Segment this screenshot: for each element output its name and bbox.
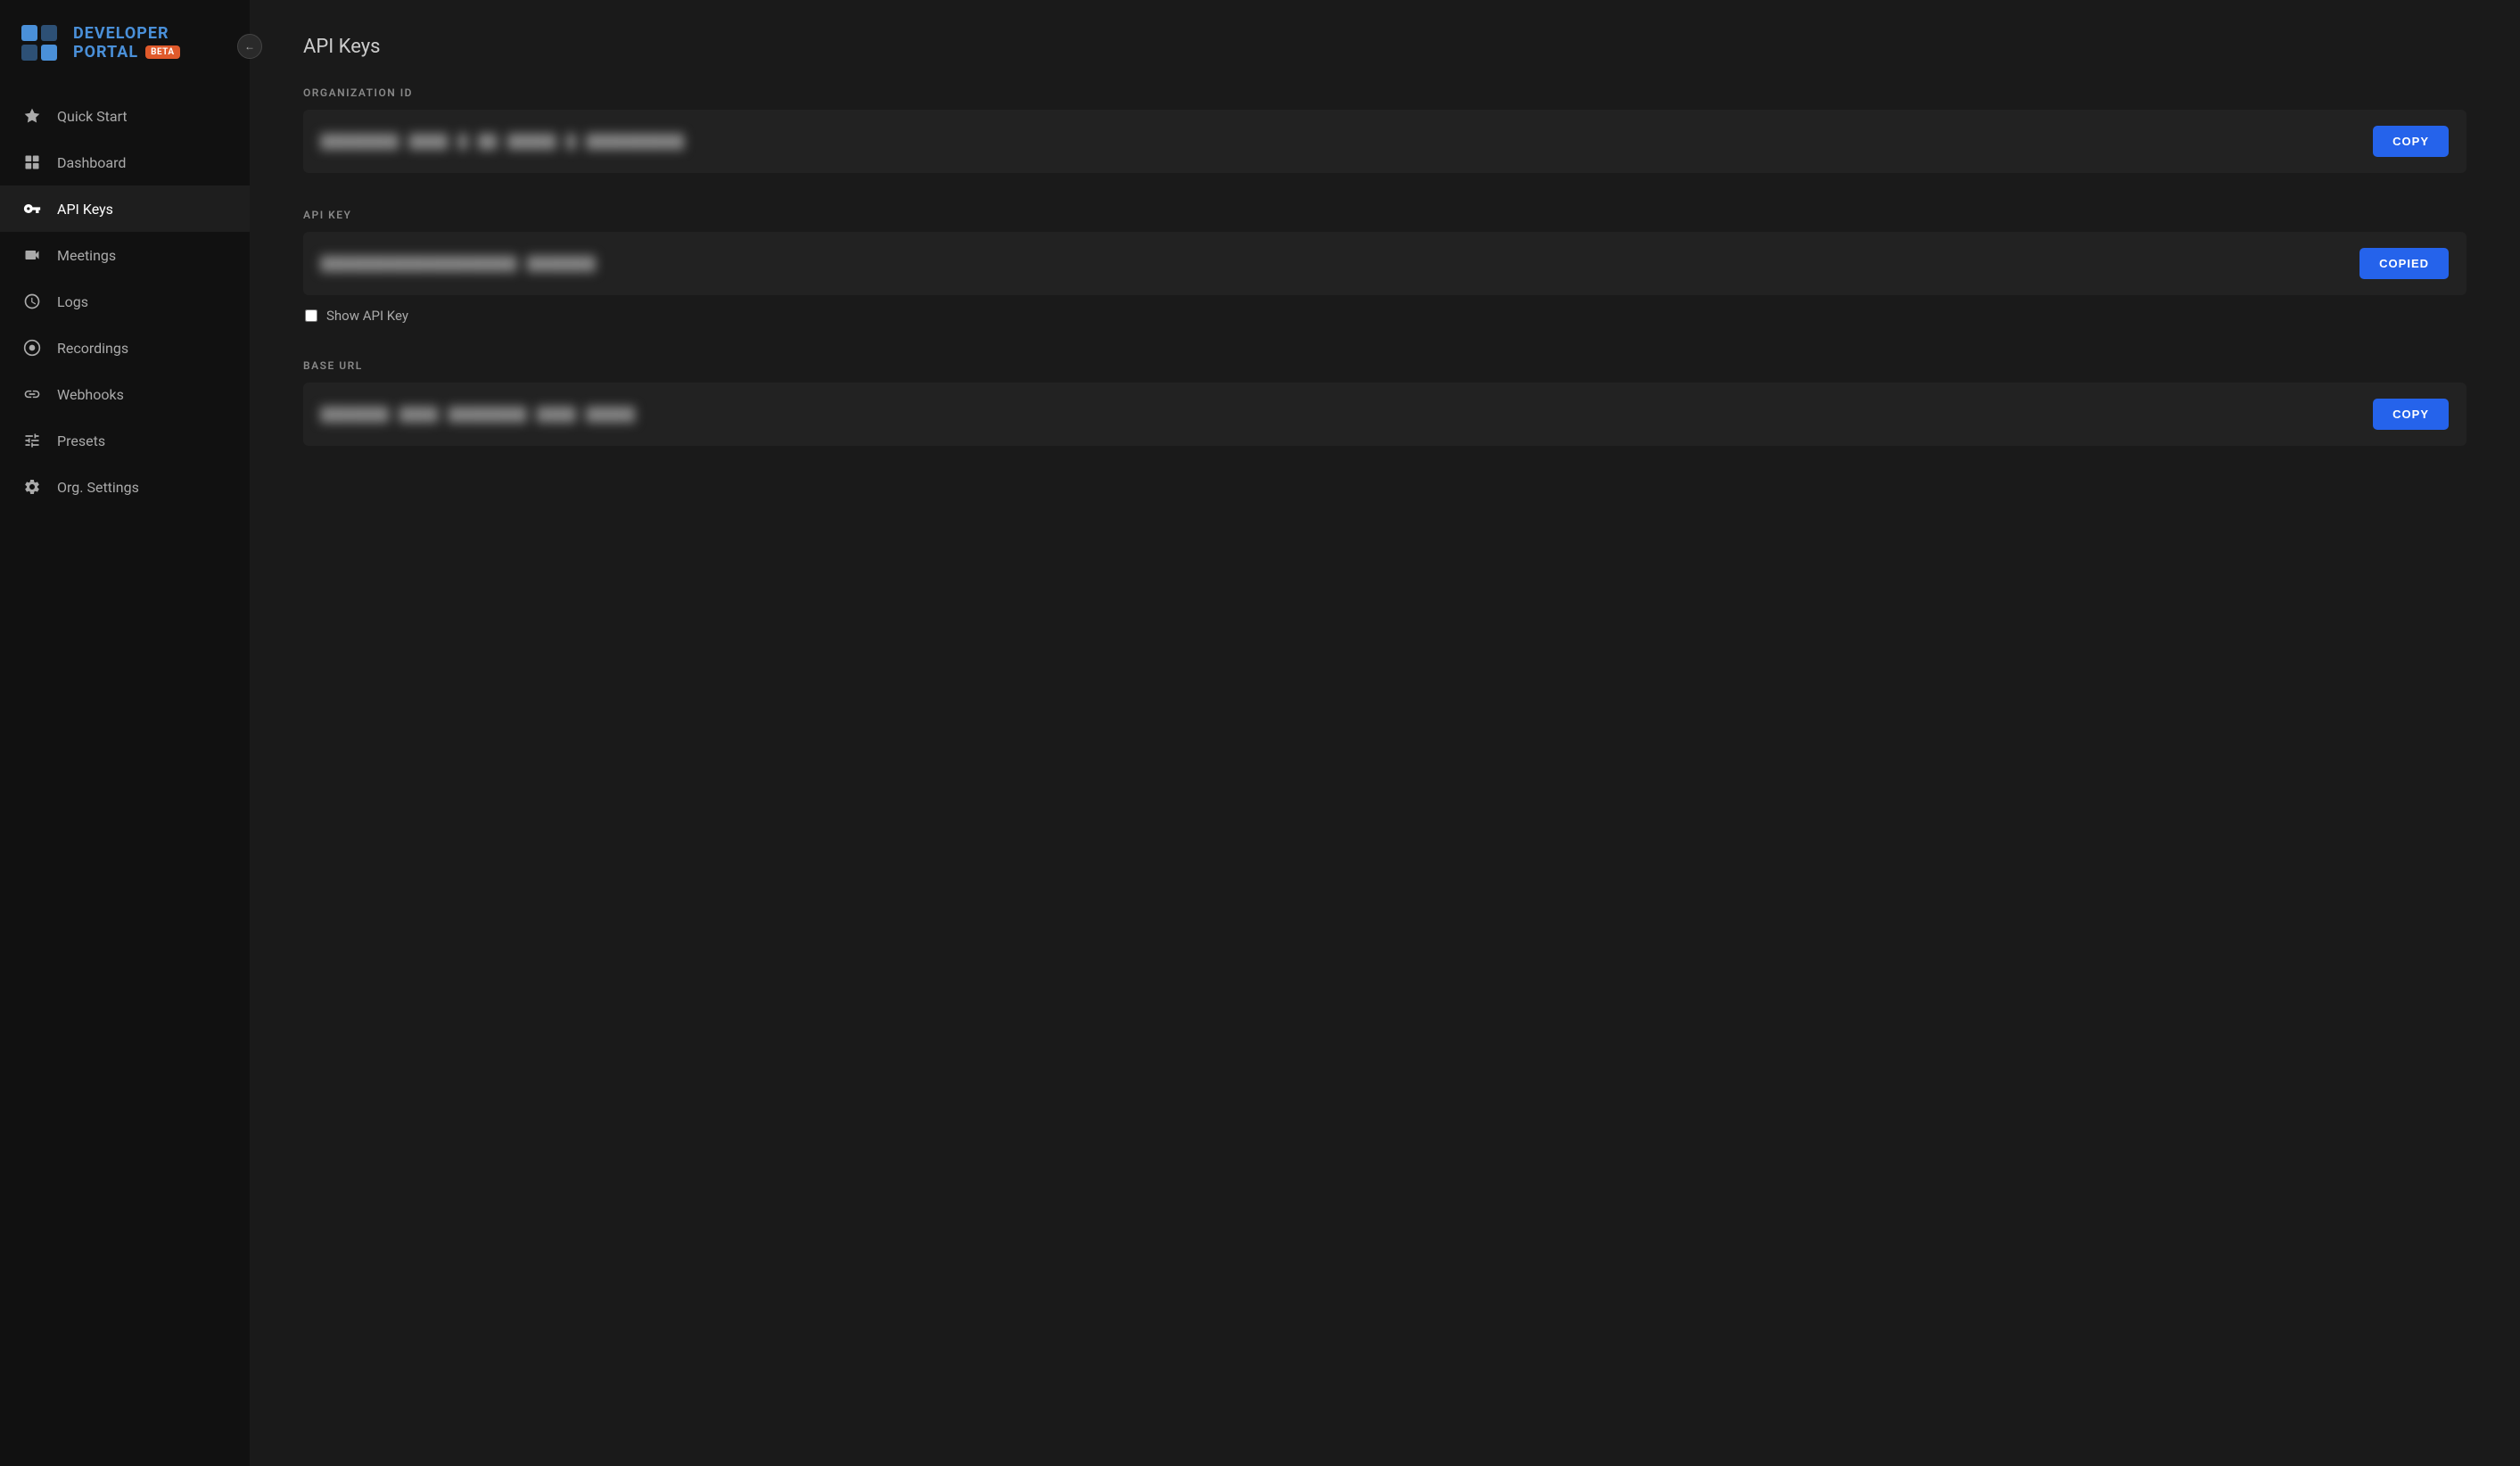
collapse-sidebar-button[interactable]: ←	[237, 34, 262, 59]
base-url-label: BASE URL	[303, 359, 2466, 372]
org-id-field-box: ████████ ████ █ ██ █████ █ ██████████ CO…	[303, 110, 2466, 173]
main-content: API Keys ORGANIZATION ID ████████ ████ █…	[250, 0, 2520, 1466]
sidebar-item-label-meetings: Meetings	[57, 247, 116, 264]
sidebar: DEVELOPER PORTAL BETA ← Quick Start	[0, 0, 250, 1466]
sidebar-item-org-settings[interactable]: Org. Settings	[0, 464, 250, 510]
sidebar-item-logs[interactable]: Logs	[0, 278, 250, 325]
sidebar-item-label-recordings: Recordings	[57, 340, 128, 357]
base-url-field-box: ███████ ████ ████████ ████ █████ COPY	[303, 383, 2466, 446]
key-icon	[21, 198, 43, 219]
grid-icon	[21, 152, 43, 173]
org-id-label: ORGANIZATION ID	[303, 86, 2466, 99]
base-url-value: ███████ ████ ████████ ████ █████	[321, 407, 2359, 423]
logo-icon	[18, 21, 61, 64]
sidebar-item-webhooks[interactable]: Webhooks	[0, 371, 250, 417]
link-icon	[21, 383, 43, 405]
api-key-section: API KEY ████████████████████ ███████ COP…	[303, 209, 2466, 324]
logo-portal-text: PORTAL	[73, 43, 138, 62]
base-url-section: BASE URL ███████ ████ ████████ ████ ████…	[303, 359, 2466, 446]
sidebar-item-label-logs: Logs	[57, 293, 88, 310]
clock-icon	[21, 291, 43, 312]
logo-portal-row: PORTAL BETA	[73, 43, 180, 62]
logo-text: DEVELOPER PORTAL BETA	[73, 24, 180, 62]
show-api-key-checkbox[interactable]	[305, 309, 317, 322]
org-id-copy-button[interactable]: COPY	[2373, 126, 2449, 157]
sidebar-item-quick-start[interactable]: Quick Start	[0, 93, 250, 139]
sidebar-item-dashboard[interactable]: Dashboard	[0, 139, 250, 185]
sliders-icon	[21, 430, 43, 451]
org-id-value: ████████ ████ █ ██ █████ █ ██████████	[321, 134, 2359, 150]
recordings-icon	[21, 337, 43, 358]
sidebar-nav: Quick Start Dashboard API Keys	[0, 86, 250, 1466]
logo-developer-text: DEVELOPER	[73, 24, 180, 44]
sidebar-item-meetings[interactable]: Meetings	[0, 232, 250, 278]
sidebar-item-label-quick-start: Quick Start	[57, 108, 128, 125]
beta-badge: BETA	[145, 45, 180, 59]
show-api-key-row: Show API Key	[305, 308, 2466, 324]
sidebar-item-label-dashboard: Dashboard	[57, 154, 126, 171]
org-id-section: ORGANIZATION ID ████████ ████ █ ██ █████…	[303, 86, 2466, 173]
sidebar-item-label-api-keys: API Keys	[57, 201, 113, 218]
api-key-field-box: ████████████████████ ███████ COPIED	[303, 232, 2466, 295]
sidebar-item-label-presets: Presets	[57, 432, 105, 449]
sidebar-item-api-keys[interactable]: API Keys	[0, 185, 250, 232]
api-key-value: ████████████████████ ███████	[321, 256, 2345, 272]
logo-area: DEVELOPER PORTAL BETA	[0, 0, 250, 86]
sidebar-item-presets[interactable]: Presets	[0, 417, 250, 464]
sidebar-item-label-org-settings: Org. Settings	[57, 479, 139, 496]
sidebar-item-recordings[interactable]: Recordings	[0, 325, 250, 371]
page-title: API Keys	[303, 36, 2466, 58]
api-key-copied-button[interactable]: COPIED	[2359, 248, 2449, 279]
api-key-label: API KEY	[303, 209, 2466, 221]
video-icon	[21, 244, 43, 266]
show-api-key-label[interactable]: Show API Key	[326, 308, 408, 324]
sidebar-item-label-webhooks: Webhooks	[57, 386, 124, 403]
base-url-copy-button[interactable]: COPY	[2373, 399, 2449, 430]
star-icon	[21, 105, 43, 127]
gear-icon	[21, 476, 43, 498]
